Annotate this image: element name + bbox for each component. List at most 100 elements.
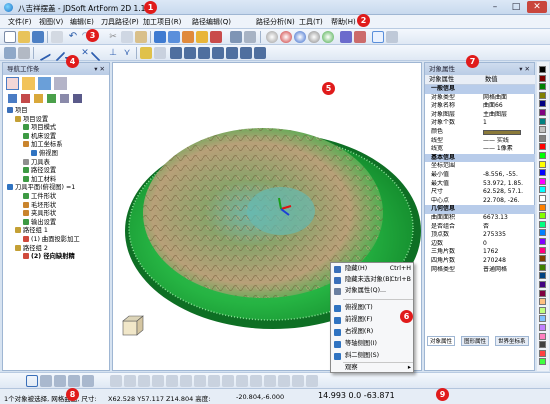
tree-item[interactable]: 夹具形状: [23, 210, 56, 218]
palette-swatch[interactable]: [539, 143, 546, 151]
menu-edit[interactable]: 编辑(E): [70, 17, 94, 27]
tool-3-icon[interactable]: [198, 47, 210, 59]
palette-swatch[interactable]: [539, 349, 546, 357]
surface-icon[interactable]: [140, 47, 152, 59]
palette-swatch[interactable]: [539, 117, 546, 125]
props-row[interactable]: 线型 —— 实线: [425, 137, 535, 146]
palette-swatch[interactable]: [539, 358, 546, 366]
polyline-icon[interactable]: [48, 44, 66, 62]
menu-view[interactable]: 视图(V): [39, 17, 63, 27]
rotate-icon[interactable]: [244, 31, 256, 43]
menu-help[interactable]: 帮助(H): [331, 17, 356, 27]
tree-item[interactable]: (2) 径向缺射精: [23, 253, 75, 261]
ctx-hide[interactable]: 隐藏(H) Ctrl+H: [331, 264, 415, 274]
ctx-isometric-view[interactable]: 等轴侧图(I): [331, 339, 415, 349]
tree-tool-4-icon[interactable]: [47, 94, 56, 103]
palette-swatch[interactable]: [539, 126, 546, 134]
view-right-icon[interactable]: [196, 31, 208, 43]
tree-item[interactable]: 机床设置: [23, 132, 56, 141]
trim-icon[interactable]: ⊥: [107, 47, 119, 59]
tree-tool-5-icon[interactable]: [60, 94, 69, 103]
palette-swatch[interactable]: [539, 281, 546, 288]
props-row[interactable]: 三角片数 1762: [425, 248, 535, 257]
props-row[interactable]: 坐标范围: [425, 162, 535, 171]
filter-15-icon[interactable]: [306, 375, 318, 387]
close-button[interactable]: ✕: [527, 1, 547, 13]
tree-item[interactable]: 输出设置: [23, 218, 56, 227]
palette-swatch[interactable]: [539, 332, 546, 340]
view-cube-icon[interactable]: [122, 320, 138, 336]
tree-item[interactable]: 加工材料: [23, 175, 56, 184]
save-icon[interactable]: [32, 31, 44, 43]
ctx-hide-unselected[interactable]: 隐藏未选对象(B) Ctrl+B: [331, 275, 415, 285]
select-type-icon[interactable]: [82, 375, 94, 387]
new-icon[interactable]: [4, 31, 16, 43]
palette-swatch[interactable]: [539, 238, 546, 245]
grid-icon[interactable]: [4, 47, 16, 59]
props-row[interactable]: 最小值 -8.556, -55.: [425, 171, 535, 180]
open-icon[interactable]: [18, 31, 30, 43]
palette-swatch[interactable]: [539, 324, 546, 331]
props-row[interactable]: 颜色: [425, 128, 535, 137]
props-panel-pin-icon[interactable]: ▾ ✕: [519, 63, 530, 75]
palette-swatch[interactable]: [539, 100, 546, 108]
view-top-icon[interactable]: [154, 31, 166, 43]
palette-swatch[interactable]: [539, 263, 546, 271]
tree-item[interactable]: 刀具平面(俯视图) =1: [7, 184, 75, 192]
menu-path-analysis[interactable]: 路径分析(N): [256, 17, 295, 27]
project-tab-icon[interactable]: [6, 77, 19, 90]
palette-swatch[interactable]: [539, 152, 546, 159]
shade-icon[interactable]: [266, 31, 278, 43]
filter-3-icon[interactable]: [138, 375, 150, 387]
palette-swatch[interactable]: [539, 74, 546, 82]
tree-item[interactable]: 路径设置: [23, 167, 56, 175]
tree-item[interactable]: 毛坯形状: [23, 201, 56, 210]
palette-swatch[interactable]: [539, 298, 546, 306]
props-row[interactable]: 最大值 53.972, 1.85.: [425, 180, 535, 189]
maximize-button[interactable]: □: [506, 1, 526, 13]
pan-icon[interactable]: [230, 31, 242, 43]
tab-graphic-properties[interactable]: 图形属性: [461, 336, 490, 346]
cross-icon[interactable]: ✕: [79, 47, 91, 59]
tool-4-icon[interactable]: [212, 47, 224, 59]
view-front-icon[interactable]: [168, 31, 180, 43]
extend-icon[interactable]: ⋎: [121, 47, 133, 59]
props-row[interactable]: 是否组合 否: [425, 223, 535, 232]
palette-swatch[interactable]: [539, 134, 546, 142]
tool-5-icon[interactable]: [226, 47, 238, 59]
paste-icon[interactable]: [135, 31, 147, 43]
tree-tool-6-icon[interactable]: [73, 94, 82, 103]
tree-tool-3-icon[interactable]: [34, 94, 43, 103]
print-icon[interactable]: [51, 31, 63, 43]
tree-item[interactable]: 加工坐标系: [23, 141, 62, 149]
filter-8-icon[interactable]: [208, 375, 220, 387]
filter-10-icon[interactable]: [236, 375, 248, 387]
diag-line-icon[interactable]: [90, 44, 108, 62]
layer-tab-icon[interactable]: [54, 77, 67, 90]
filter-9-icon[interactable]: [222, 375, 234, 387]
tool-2-icon[interactable]: [184, 47, 196, 59]
palette-swatch[interactable]: [539, 289, 546, 297]
props-row[interactable]: 网格类型 普通网格: [425, 266, 535, 275]
props-row[interactable]: 四角片数 270248: [425, 257, 535, 266]
props-row[interactable]: 顶点数 275335: [425, 231, 535, 240]
palette-swatch[interactable]: [539, 83, 546, 91]
sphere-icon[interactable]: [322, 31, 334, 43]
ctx-right-view[interactable]: 右视图(R): [331, 327, 415, 337]
filter-11-icon[interactable]: [250, 375, 262, 387]
tree-tool-2-icon[interactable]: [21, 94, 30, 103]
tree-item[interactable]: 项目模式: [23, 124, 56, 132]
palette-swatch[interactable]: [539, 109, 546, 116]
palette-swatch[interactable]: [539, 203, 546, 211]
palette-swatch[interactable]: [539, 212, 546, 220]
menu-file[interactable]: 文件(F): [8, 17, 32, 27]
mesh-icon[interactable]: [154, 47, 166, 59]
tool-7-icon[interactable]: [254, 47, 266, 59]
copy-icon[interactable]: [121, 31, 133, 43]
props-row[interactable]: 对象类型 网格曲面: [425, 94, 535, 103]
palette-swatch[interactable]: [539, 195, 546, 202]
palette-swatch[interactable]: [539, 229, 546, 237]
menu-path-edit[interactable]: 路径编辑(Q): [192, 17, 231, 27]
props-row[interactable]: 边数 0: [425, 240, 535, 249]
filter-1-icon[interactable]: [110, 375, 122, 387]
